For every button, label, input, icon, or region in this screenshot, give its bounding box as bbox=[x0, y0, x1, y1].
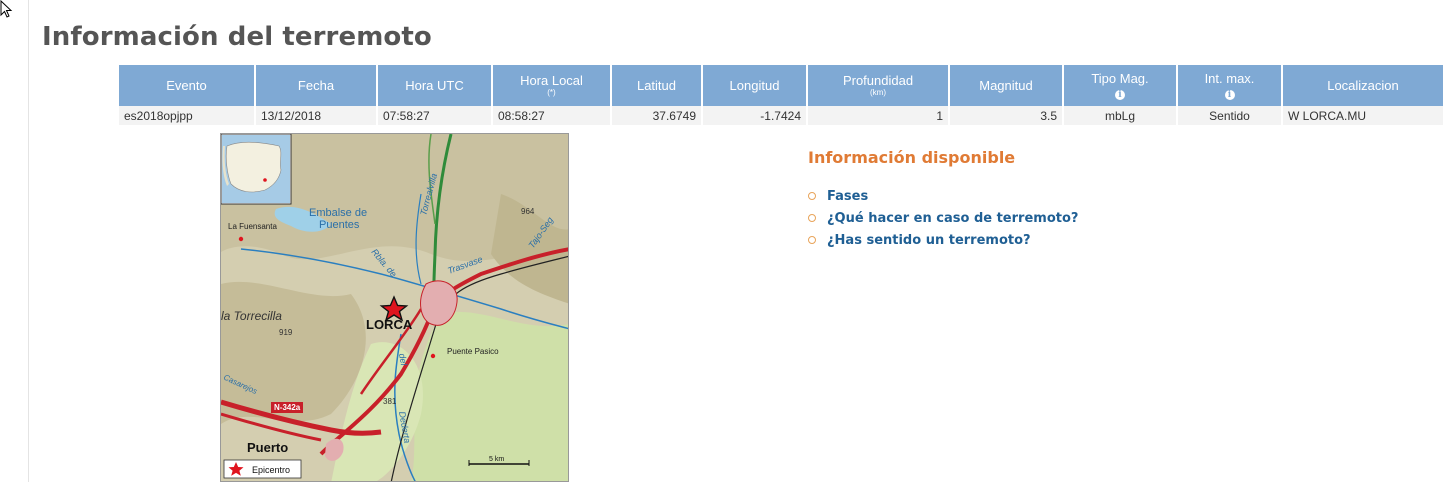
cell-localizacion: W LORCA.MU bbox=[1283, 106, 1443, 125]
info-icon[interactable]: i bbox=[1224, 89, 1235, 100]
map-label-torrecilla: la Torrecilla bbox=[221, 309, 282, 323]
map-label-puente-pasico: Puente Pasico bbox=[447, 347, 499, 356]
earthquake-table: Evento Fecha Hora UTC Hora Local (*) Lati… bbox=[117, 65, 1445, 125]
map-label-964: 964 bbox=[521, 207, 535, 216]
cell-magnitud: 3.5 bbox=[950, 106, 1062, 125]
list-item: ¿Qué hacer en caso de terremoto? bbox=[808, 207, 1078, 229]
map-label-fuensanta: La Fuensanta bbox=[228, 222, 277, 231]
map-legend-label: Epicentro bbox=[252, 465, 290, 475]
header-latitud[interactable]: Latitud bbox=[612, 65, 701, 106]
map-label-puerto: Puerto bbox=[247, 440, 288, 455]
header-localizacion[interactable]: Localizacion bbox=[1283, 65, 1443, 106]
link-que-hacer[interactable]: ¿Qué hacer en caso de terremoto? bbox=[827, 211, 1078, 226]
cell-tipo-mag: mbLg bbox=[1064, 106, 1176, 125]
list-item: ¿Has sentido un terremoto? bbox=[808, 229, 1078, 251]
page-title: Información del terremoto bbox=[42, 22, 432, 52]
header-tipo-mag[interactable]: Tipo Mag. i bbox=[1064, 65, 1176, 106]
epicenter-map: Embalse de Puentes La Fuensanta la Torre… bbox=[220, 133, 569, 482]
cell-hora-utc: 07:58:27 bbox=[378, 106, 491, 125]
map-label-road: N-342a bbox=[274, 403, 301, 412]
header-int-max[interactable]: Int. max. i bbox=[1178, 65, 1281, 106]
cell-evento: es2018opjpp bbox=[119, 106, 254, 125]
cell-hora-local: 08:58:27 bbox=[493, 106, 610, 125]
mouse-cursor-icon bbox=[0, 0, 13, 18]
circle-bullet-icon bbox=[808, 214, 816, 222]
header-fecha[interactable]: Fecha bbox=[256, 65, 376, 106]
table-row: es2018opjpp 13/12/2018 07:58:27 08:58:27… bbox=[119, 106, 1443, 125]
cell-profundidad: 1 bbox=[808, 106, 948, 125]
link-fases[interactable]: Fases bbox=[827, 189, 868, 204]
header-magnitud[interactable]: Magnitud bbox=[950, 65, 1062, 106]
map-label-lorca: LORCA bbox=[366, 317, 413, 332]
header-profundidad[interactable]: Profundidad (km) bbox=[808, 65, 948, 106]
info-icon[interactable]: i bbox=[1115, 89, 1125, 100]
cell-int-max: Sentido bbox=[1178, 106, 1281, 125]
available-info: Información disponible Fases ¿Qué hacer … bbox=[808, 148, 1078, 251]
header-hora-local[interactable]: Hora Local (*) bbox=[493, 65, 610, 106]
link-has-sentido[interactable]: ¿Has sentido un terremoto? bbox=[827, 233, 1031, 248]
circle-bullet-icon bbox=[808, 192, 816, 200]
circle-bullet-icon bbox=[808, 236, 816, 244]
map-label-381: 381 bbox=[383, 397, 397, 406]
cell-longitud: -1.7424 bbox=[703, 106, 806, 125]
cell-latitud: 37.6749 bbox=[612, 106, 701, 125]
map-label-919: 919 bbox=[279, 328, 293, 337]
header-longitud[interactable]: Longitud bbox=[703, 65, 806, 106]
cell-fecha: 13/12/2018 bbox=[256, 106, 376, 125]
list-item: Fases bbox=[808, 185, 1078, 207]
left-divider bbox=[28, 0, 29, 482]
header-hora-utc[interactable]: Hora UTC bbox=[378, 65, 491, 106]
map-label-puentes: Puentes bbox=[319, 219, 360, 231]
header-evento[interactable]: Evento bbox=[119, 65, 254, 106]
map-label-embalse: Embalse de bbox=[309, 207, 367, 219]
map-scale-label: 5 km bbox=[489, 456, 504, 463]
available-links: Fases ¿Qué hacer en caso de terremoto? ¿… bbox=[808, 185, 1078, 251]
available-info-title: Información disponible bbox=[808, 148, 1016, 167]
table-header-row: Evento Fecha Hora UTC Hora Local (*) Lati… bbox=[119, 65, 1443, 106]
